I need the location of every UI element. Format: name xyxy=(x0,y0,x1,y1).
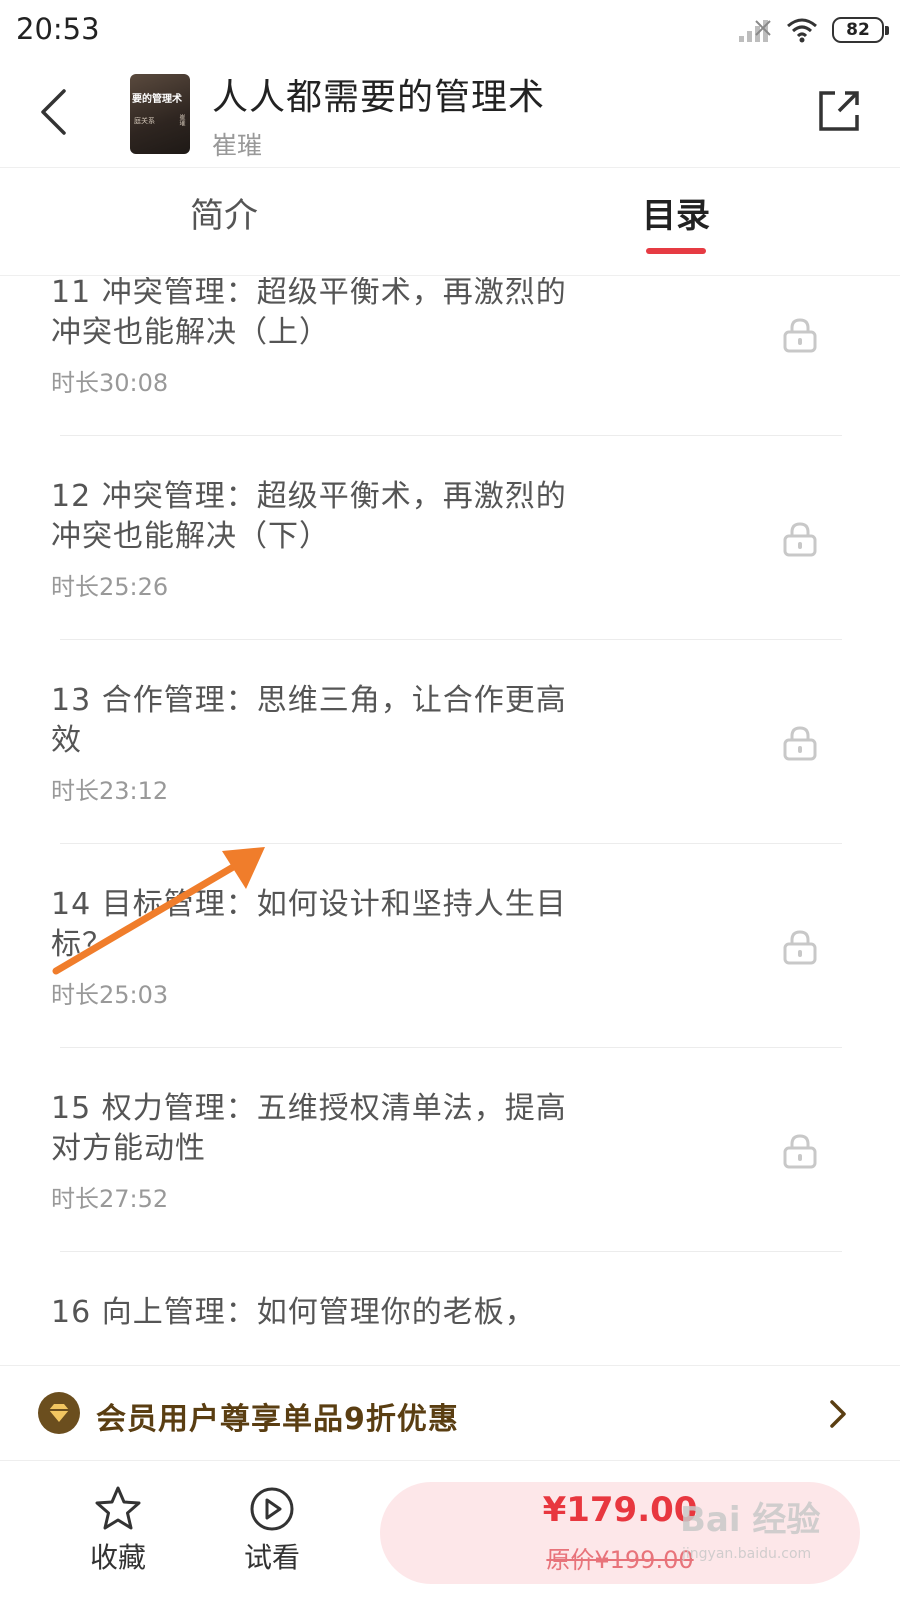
tab-catalog[interactable]: 目录 xyxy=(576,188,776,237)
lock-icon xyxy=(783,726,817,761)
chevron-left-icon xyxy=(41,89,66,135)
chapter-item[interactable]: 16 向上管理：如何管理你的老板， xyxy=(0,1279,900,1365)
divider xyxy=(60,1047,842,1048)
wifi-icon xyxy=(787,18,817,43)
share-icon xyxy=(819,91,859,131)
chapter-list[interactable]: 11 冲突管理：超级平衡术，再激烈的冲突也能解决（上） 时长30:08 12 冲… xyxy=(0,277,900,1365)
divider xyxy=(60,639,842,640)
cover-side-text: 崔璀 xyxy=(178,114,185,126)
chapter-title: 15 权力管理：五维授权清单法，提高对方能动性 xyxy=(51,1091,567,1166)
promo-text: 会员用户尊享单品9折优惠 xyxy=(96,1402,459,1437)
book-title: 人人都需要的管理术 xyxy=(212,77,546,118)
status-icons: 82 xyxy=(738,14,889,46)
favorite-button[interactable]: 收藏 xyxy=(58,1484,178,1576)
chapter-duration: 时长23:12 xyxy=(51,777,169,805)
star-icon xyxy=(95,1486,141,1530)
trial-button[interactable]: 试看 xyxy=(212,1484,332,1576)
chapter-duration: 时长30:08 xyxy=(51,369,169,397)
chapter-title: 12 冲突管理：超级平衡术，再激烈的冲突也能解决（下） xyxy=(51,479,567,554)
watermark-text: Bai 经验 xyxy=(680,1500,821,1540)
active-tab-indicator xyxy=(646,248,706,254)
annotation-arrow-icon xyxy=(52,847,265,975)
book-author: 崔璀 xyxy=(212,131,263,160)
chapter-duration: 时长25:26 xyxy=(51,573,169,601)
chevron-right-icon xyxy=(830,1400,846,1428)
lock-icon xyxy=(783,930,817,965)
favorite-label: 收藏 xyxy=(89,1541,146,1574)
tab-intro[interactable]: 简介 xyxy=(124,188,324,237)
lock-icon xyxy=(783,1134,817,1169)
chapter-item[interactable]: 11 冲突管理：超级平衡术，再激烈的冲突也能解决（上） 时长30:08 xyxy=(0,277,900,467)
chapter-title: 16 向上管理：如何管理你的老板， xyxy=(51,1295,536,1330)
member-promo-banner[interactable]: 会员用户尊享单品9折优惠 xyxy=(0,1365,900,1461)
book-cover: 要的管理术 庭关系 崔璀 xyxy=(130,74,190,154)
watermark-url: jingyan.baidu.com xyxy=(682,1546,812,1562)
play-circle-icon xyxy=(250,1487,294,1531)
nav-bar: 要的管理术 庭关系 崔璀 人人都需要的管理术 崔璀 xyxy=(0,62,900,168)
lock-icon xyxy=(783,318,817,353)
trial-label: 试看 xyxy=(243,1541,300,1574)
divider xyxy=(60,1251,842,1252)
lock-icon xyxy=(783,522,817,557)
diamond-icon xyxy=(38,1392,80,1434)
status-bar: 20:53 82 xyxy=(0,0,900,62)
baidu-jingyan-watermark: Bai 经验 jingyan.baidu.com xyxy=(680,1492,870,1582)
back-button[interactable] xyxy=(28,82,78,142)
cover-subtitle: 庭关系 xyxy=(134,117,155,125)
divider xyxy=(60,435,842,436)
chapter-title: 11 冲突管理：超级平衡术，再激烈的冲突也能解决（上） xyxy=(51,277,567,350)
signal-icon xyxy=(739,20,771,42)
chapter-duration: 时长25:03 xyxy=(51,981,169,1009)
chapter-title: 13 合作管理：思维三角，让合作更高效 xyxy=(51,683,567,758)
cover-title: 要的管理术 xyxy=(132,94,182,105)
battery-indicator: 82 xyxy=(832,17,889,43)
chapter-duration: 时长27:52 xyxy=(51,1185,169,1213)
share-button[interactable] xyxy=(812,84,866,138)
battery-level: 82 xyxy=(846,20,870,40)
tab-bar: 简介 目录 xyxy=(0,168,900,276)
status-time: 20:53 xyxy=(16,12,100,46)
